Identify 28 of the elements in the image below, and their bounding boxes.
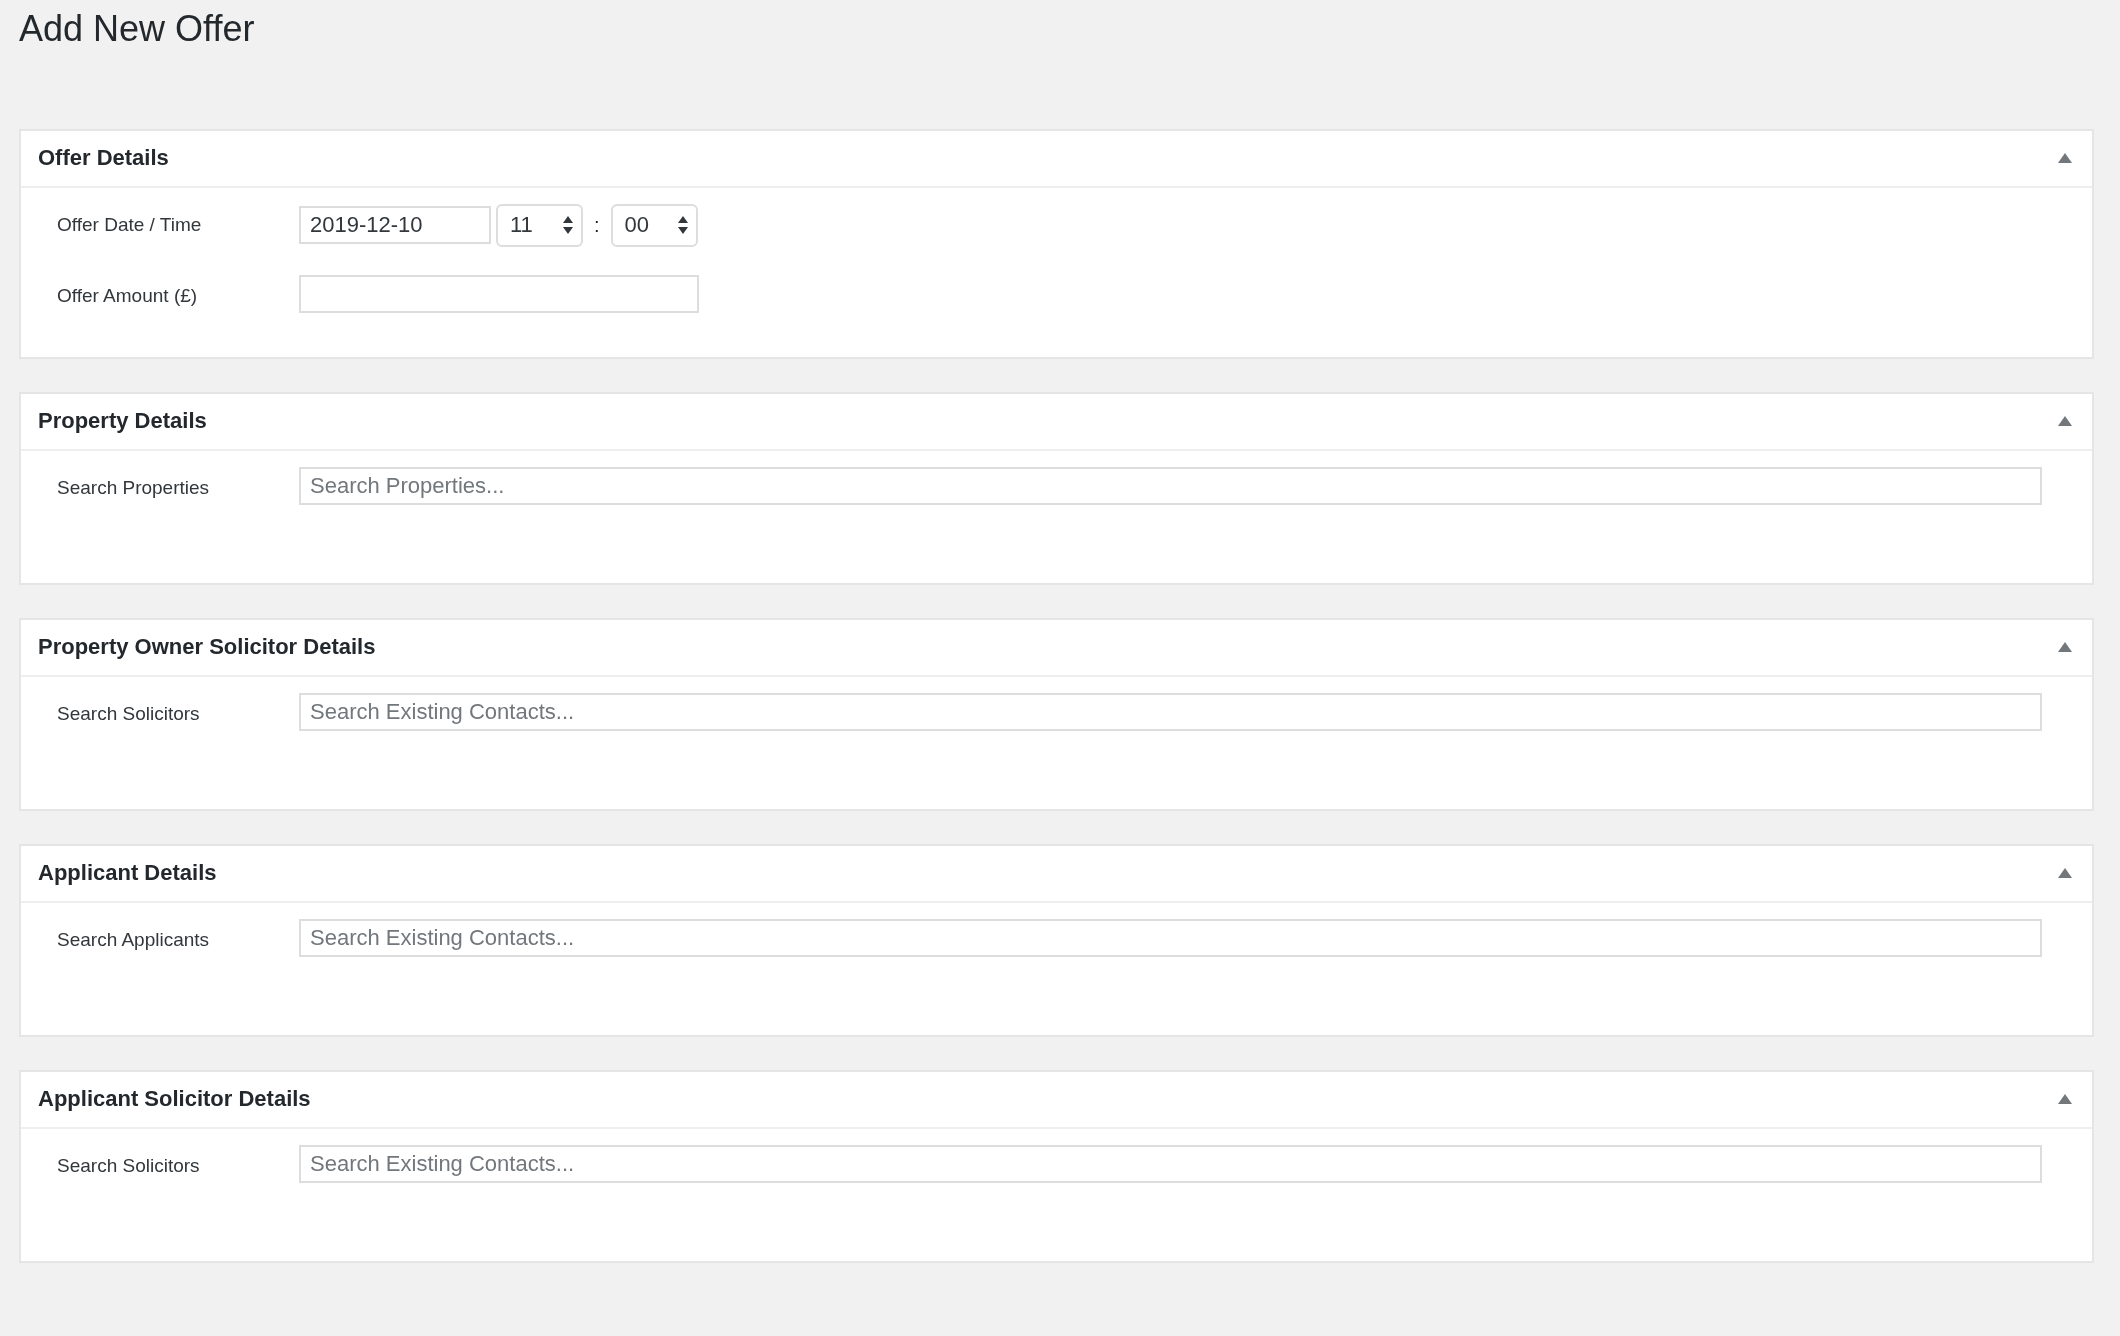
minute-select[interactable]: 00 xyxy=(610,203,698,247)
search-field[interactable]: Search Existing Contacts... xyxy=(299,918,2042,957)
field-label: Search Applicants xyxy=(57,927,211,951)
panel-title: Property Owner Solicitor Details xyxy=(38,634,376,661)
panel-title: Property Details xyxy=(38,408,207,435)
field-label: Search Solicitors xyxy=(57,1153,201,1177)
amount-field[interactable] xyxy=(299,274,699,313)
search-field[interactable]: Search Properties... xyxy=(299,466,2042,505)
time-separator: : xyxy=(593,213,601,237)
search-field[interactable]: Search Existing Contacts... xyxy=(299,1144,2042,1183)
spinner-icon xyxy=(563,215,573,236)
field-label: Offer Amount (£) xyxy=(57,283,199,307)
page-title: Add New Offer xyxy=(19,7,256,51)
spinner-icon xyxy=(677,215,688,236)
search-field[interactable]: Search Existing Contacts... xyxy=(299,692,2042,731)
date-field[interactable]: 2019-12-10 xyxy=(299,206,491,245)
collapse-icon[interactable] xyxy=(2058,416,2072,427)
hour-select[interactable]: 11 xyxy=(496,203,583,247)
collapse-icon[interactable] xyxy=(2058,868,2072,879)
collapse-icon[interactable] xyxy=(2058,153,2072,164)
field-label: Search Properties xyxy=(57,475,211,499)
panel-title: Applicant Solicitor Details xyxy=(38,1086,311,1113)
field-label: Search Solicitors xyxy=(57,701,201,725)
collapse-icon[interactable] xyxy=(2058,642,2072,653)
field-label: Offer Date / Time xyxy=(57,212,203,236)
panel-title: Applicant Details xyxy=(38,860,217,887)
collapse-icon[interactable] xyxy=(2058,1094,2072,1105)
panel-title: Offer Details xyxy=(38,145,169,172)
